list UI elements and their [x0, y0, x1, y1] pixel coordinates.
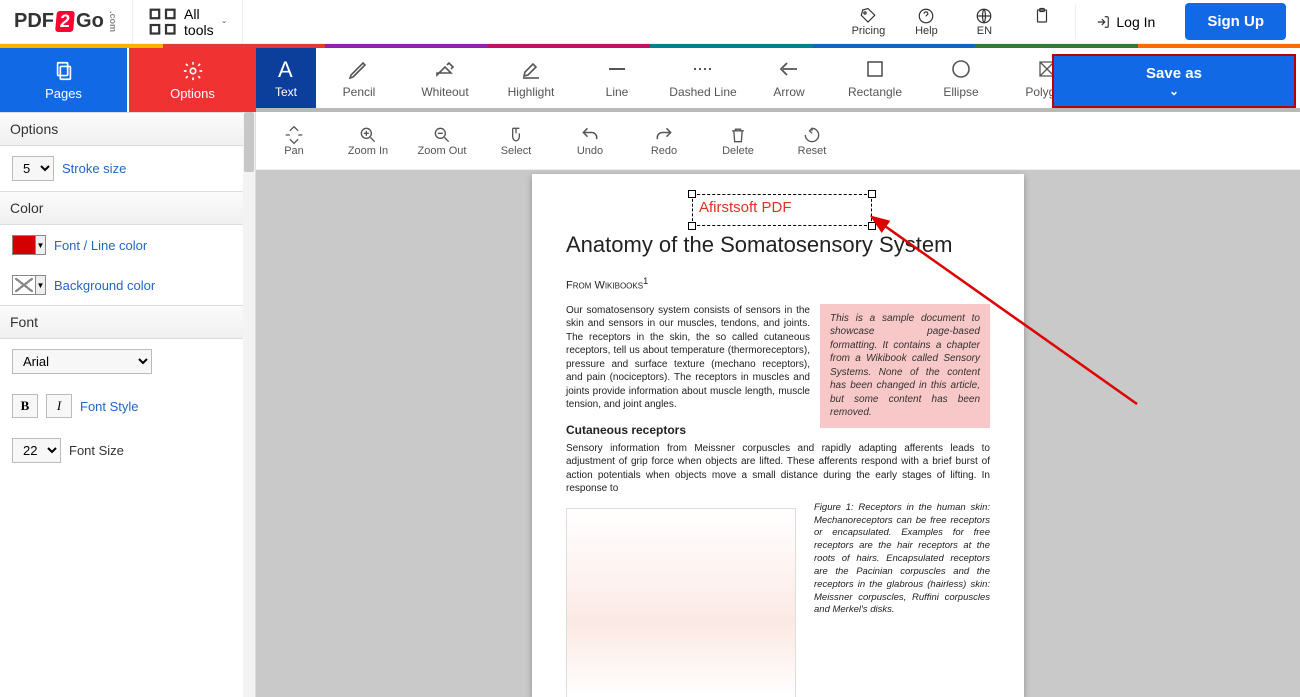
logo-text-2: 2 — [55, 11, 75, 32]
pages-icon — [53, 60, 75, 82]
color-section-label: Color — [0, 191, 255, 225]
globe-icon — [975, 7, 993, 25]
font-section-label: Font — [0, 305, 255, 339]
bg-color-label: Background color — [54, 278, 155, 293]
delete-icon — [728, 125, 748, 145]
reset-icon — [802, 125, 822, 145]
stroke-size-select[interactable]: 5 — [12, 156, 54, 181]
redo-icon — [654, 125, 674, 145]
tool-redo[interactable]: Redo — [636, 116, 692, 165]
signup-button[interactable]: Sign Up — [1185, 3, 1286, 40]
save-as-button[interactable]: Save as ⌄ — [1052, 54, 1296, 108]
bg-color-swatch[interactable]: ▼ — [12, 275, 46, 295]
all-tools-label: All tools — [184, 6, 214, 38]
font-size-label: Font Size — [69, 443, 124, 458]
tool-ellipse[interactable]: Ellipse — [918, 48, 1004, 108]
rectangle-icon — [863, 57, 887, 81]
grid-icon — [149, 8, 176, 35]
undo-icon — [580, 125, 600, 145]
language-selector[interactable]: EN — [955, 0, 1013, 43]
arrow-icon — [777, 57, 801, 81]
ellipse-icon — [949, 57, 973, 81]
tool-rectangle[interactable]: Rectangle — [832, 48, 918, 108]
chevron-down-icon: ⌄ — [1169, 84, 1179, 98]
viewport[interactable]: Afirstsoft PDF Anatomy of the Somatosens… — [256, 170, 1300, 697]
clipboard-button[interactable] — [1013, 0, 1071, 43]
tool-arrow[interactable]: Arrow — [746, 48, 832, 108]
pencil-icon — [347, 57, 371, 81]
pricing-link[interactable]: Pricing — [839, 0, 897, 43]
select-icon — [506, 125, 526, 145]
help-link[interactable]: Help — [897, 0, 955, 43]
options-button[interactable]: Options — [129, 48, 256, 112]
scrollbar[interactable] — [243, 112, 255, 697]
tool-zoomout[interactable]: Zoom Out — [414, 116, 470, 165]
tag-icon — [859, 7, 877, 25]
text-icon: A — [274, 57, 298, 81]
highlight-icon — [519, 57, 543, 81]
figure-image — [566, 508, 796, 697]
tool-highlight[interactable]: Highlight — [488, 48, 574, 108]
options-section-label: Options — [0, 112, 255, 146]
text-edit-box[interactable]: Afirstsoft PDF — [692, 194, 872, 226]
bold-button[interactable]: B — [12, 394, 38, 418]
font-style-label: Font Style — [80, 399, 139, 414]
tool-dashed[interactable]: Dashed Line — [660, 48, 746, 108]
gear-icon — [182, 60, 204, 82]
stroke-size-label: Stroke size — [62, 161, 126, 176]
tool-delete[interactable]: Delete — [710, 116, 766, 165]
font-family-select[interactable]: Arial — [12, 349, 152, 374]
doc-title: Anatomy of the Somatosensory System — [566, 232, 990, 258]
secondary-toolbar: Pan Zoom In Zoom Out Select Undo Redo Delete Re… — [256, 112, 1300, 170]
tool-pan[interactable]: Pan — [266, 116, 322, 165]
sample-note-box: This is a sample document to showcase pa… — [820, 304, 990, 428]
logo-text-1: PDF — [14, 10, 54, 33]
paragraph-2: Sensory information from Meissner corpus… — [566, 442, 990, 496]
line-icon — [605, 57, 629, 81]
dashed-icon — [691, 57, 715, 81]
figure-caption: Figure 1: Receptors in the human skin: M… — [814, 502, 990, 697]
font-color-swatch[interactable]: ▼ — [12, 235, 46, 255]
logo[interactable]: PDF 2 Go .com — [0, 0, 133, 43]
tool-reset[interactable]: Reset — [784, 116, 840, 165]
tool-select[interactable]: Select — [488, 116, 544, 165]
zoomout-icon — [432, 125, 452, 145]
font-color-label: Font / Line color — [54, 238, 147, 253]
sidebar: Options 5 Stroke size Color ▼ Font / Lin… — [0, 112, 256, 697]
tool-zoomin[interactable]: Zoom In — [340, 116, 396, 165]
pdf-page[interactable]: Afirstsoft PDF Anatomy of the Somatosens… — [532, 174, 1024, 697]
tool-undo[interactable]: Undo — [562, 116, 618, 165]
pan-icon — [284, 125, 304, 145]
chevron-down-icon — [222, 16, 226, 28]
tool-line[interactable]: Line — [574, 48, 660, 108]
whiteout-icon — [433, 57, 457, 81]
login-button[interactable]: Log In — [1080, 14, 1171, 30]
tool-text[interactable]: AText — [256, 48, 316, 108]
annotation-text[interactable]: Afirstsoft PDF — [693, 195, 871, 220]
font-size-select[interactable]: 22 — [12, 438, 61, 463]
svg-text:A: A — [278, 57, 293, 81]
italic-button[interactable]: I — [46, 394, 72, 418]
doc-source: From Wikibooks1 — [566, 276, 990, 292]
pages-button[interactable]: Pages — [0, 48, 127, 112]
login-icon — [1096, 15, 1110, 29]
clipboard-icon — [1033, 7, 1051, 25]
help-icon — [917, 7, 935, 25]
all-tools-dropdown[interactable]: All tools — [133, 0, 243, 43]
divider — [1075, 5, 1076, 39]
zoomin-icon — [358, 125, 378, 145]
logo-suffix: .com — [108, 11, 118, 32]
tool-pencil[interactable]: Pencil — [316, 48, 402, 108]
logo-text-3: Go — [76, 10, 104, 33]
tool-whiteout[interactable]: Whiteout — [402, 48, 488, 108]
